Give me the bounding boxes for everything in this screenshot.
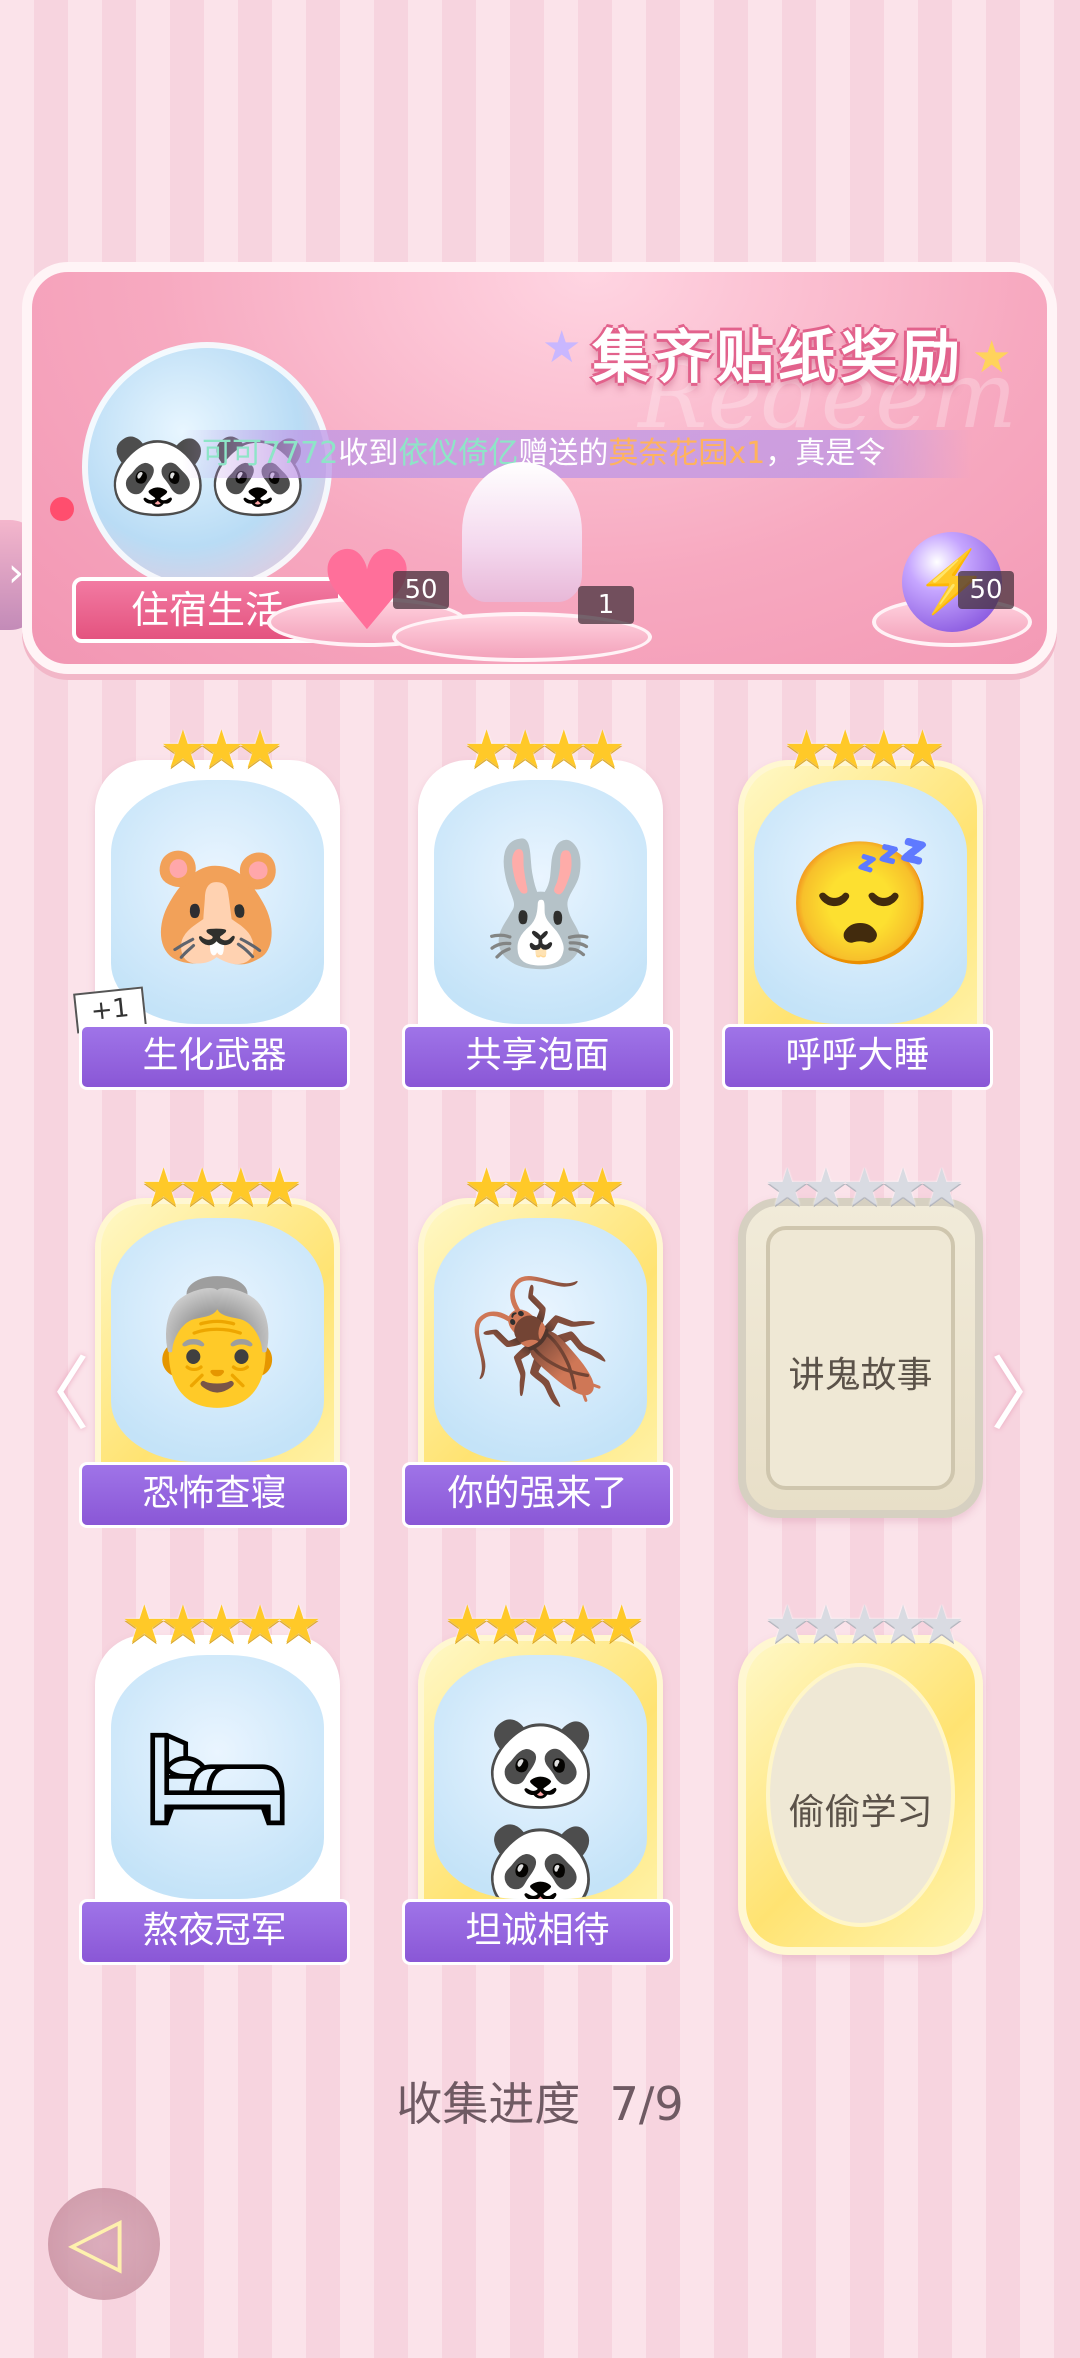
star-rating: ★★★★ <box>140 1158 302 1218</box>
back-arrow-icon: ◁ <box>68 2200 122 2282</box>
reward-count: 1 <box>578 586 634 624</box>
card-art: 😴 <box>754 780 967 1024</box>
reward-count: 50 <box>958 571 1014 609</box>
sticker-card[interactable]: 🐰 ★★★★ 共享泡面 <box>402 720 673 1090</box>
card-label: 坦诚相待 <box>402 1899 673 1965</box>
card-label: 恐怖查寝 <box>79 1462 350 1528</box>
sticker-card[interactable]: 🛏 ★★★★★ 熬夜冠军 <box>79 1595 350 1965</box>
progress-value: 7/9 <box>609 2077 684 2131</box>
sleeping-boy-icon: 😴 <box>785 835 936 974</box>
card-label: 共享泡面 <box>402 1024 673 1090</box>
card-label: 偷偷学习 <box>788 1792 933 1833</box>
announcement-sender: 可可7772 <box>202 436 339 471</box>
card-art: 🐹 <box>111 780 324 1024</box>
star-rating: ★★★★★ <box>443 1595 645 1655</box>
sticker-card-locked[interactable]: 讲鬼故事 ★★★★★ <box>728 1158 993 1528</box>
star-rating: ★★★★ <box>463 720 625 780</box>
star-rating: ★★★★★ <box>763 1158 965 1218</box>
star-rating: ★★★★★ <box>120 1595 322 1655</box>
card-art: 🪳 <box>434 1218 647 1462</box>
card-art: 🐼🐼 <box>434 1655 647 1899</box>
dorm-auntie-icon: 👵 <box>142 1273 293 1412</box>
announcement-text: 收到 <box>338 436 399 471</box>
card-art: 🐰 <box>434 780 647 1024</box>
sticker-card[interactable]: 🐼🐼 ★★★★★ 坦诚相待 <box>402 1595 673 1965</box>
card-label: 生化武器 <box>79 1024 350 1090</box>
star-rating: ★★★ <box>159 720 284 780</box>
reward-banner: Redeem ★ 集齐贴纸奖励 ★ 🐼 🐼 住宿生活 可可7772收到依仪倚亿赠… <box>22 262 1057 674</box>
sticker-card[interactable]: 😴 ★★★★ 呼呼大睡 <box>722 720 993 1090</box>
capybara-icon: 🐹 <box>142 835 293 974</box>
next-page-arrow[interactable]: 〉 <box>990 1330 1070 1446</box>
card-art: 👵 <box>111 1218 324 1462</box>
sticker-card[interactable]: 🪳 ★★★★ 你的强来了 <box>402 1158 673 1528</box>
dress-icon <box>462 462 582 602</box>
pandas-shower-icon: 🐼🐼 <box>484 1710 597 1899</box>
back-button[interactable]: ◁ <box>48 2188 160 2300</box>
card-frame: 偷偷学习 <box>738 1635 983 1955</box>
sticker-card[interactable]: 🐹 ★★★ +1 生化武器 <box>73 720 350 1090</box>
bunny-noodle-icon: 🐰 <box>465 835 616 974</box>
star-rating: ★★★★★ <box>763 1595 965 1655</box>
sticker-card[interactable]: 👵 ★★★★ 恐怖查寝 <box>79 1158 350 1528</box>
announcement-text: ，真是令 <box>765 436 886 471</box>
phone-in-bed-icon: 🛏 <box>141 1710 294 1849</box>
collection-progress: 收集进度 7/9 <box>0 2068 1080 2134</box>
star-rating: ★★★★ <box>783 720 945 780</box>
card-label: 你的强来了 <box>402 1462 673 1528</box>
reward-item-orb[interactable]: ⚡ 50 <box>872 487 1032 647</box>
star-rating: ★★★★ <box>463 1158 625 1218</box>
card-frame: 讲鬼故事 <box>738 1198 983 1518</box>
notification-dot <box>50 497 74 521</box>
card-label: 讲鬼故事 <box>788 1355 933 1396</box>
cockroach-icon: 🪳 <box>465 1273 616 1412</box>
banner-title: 集齐贴纸奖励 <box>592 323 965 391</box>
card-label: 熬夜冠军 <box>79 1899 350 1965</box>
prev-page-arrow[interactable]: 〈 <box>10 1330 90 1446</box>
progress-label: 收集进度 <box>396 2077 581 2131</box>
sticker-card-locked[interactable]: 偷偷学习 ★★★★★ <box>728 1595 993 1965</box>
star-decoration-icon: ★ <box>972 332 1012 383</box>
reward-item-dress[interactable]: 1 <box>392 462 652 662</box>
star-decoration-icon: ★ <box>542 322 582 373</box>
card-art: 🛏 <box>111 1655 324 1899</box>
card-label: 呼呼大睡 <box>722 1024 993 1090</box>
